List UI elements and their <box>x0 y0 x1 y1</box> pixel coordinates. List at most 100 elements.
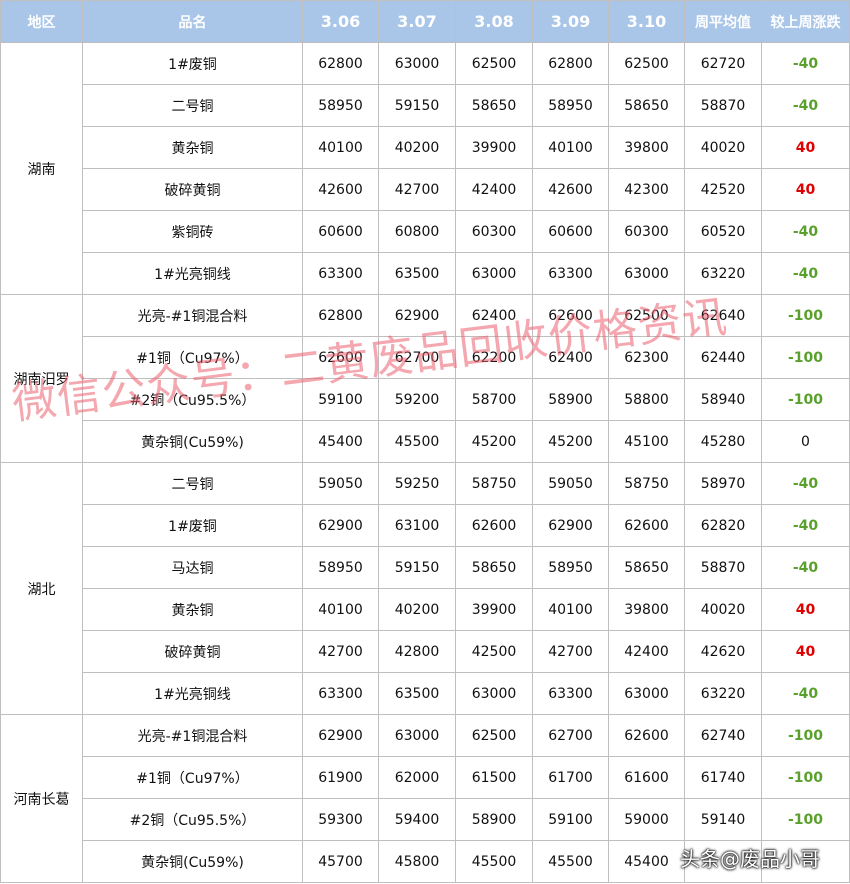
weekly-average: 63220 <box>684 252 762 295</box>
price-307: 59200 <box>378 378 456 421</box>
price-306: 63300 <box>302 252 379 295</box>
price-309: 63300 <box>532 672 609 715</box>
credit-text: 头条@废品小哥 <box>680 847 820 871</box>
weekly-average: 58870 <box>684 84 762 127</box>
product-name: 黄杂铜 <box>82 126 303 169</box>
table-row: 破碎黄铜 42600 42700 42400 42600 42300 42520 40 <box>1 168 850 211</box>
price-306: 63300 <box>302 672 379 715</box>
price-310: 63000 <box>608 672 685 715</box>
price-310: 58650 <box>608 84 685 127</box>
price-308: 45500 <box>455 840 533 883</box>
price-309: 63300 <box>532 252 609 295</box>
header-region: 地区 <box>0 0 83 43</box>
weekly-change: 0 <box>761 420 850 463</box>
price-310: 58750 <box>608 462 685 505</box>
price-308: 42400 <box>455 168 533 211</box>
product-name: 二号铜 <box>82 462 303 505</box>
price-309: 62700 <box>532 714 609 757</box>
weekly-change: -100 <box>761 294 850 337</box>
price-307: 62900 <box>378 294 456 337</box>
price-309: 62400 <box>532 336 609 379</box>
price-307: 40200 <box>378 126 456 169</box>
header-weekly-average: 周平均值 <box>684 0 762 43</box>
price-307: 63000 <box>378 42 456 85</box>
header-date-306: 3.06 <box>302 0 379 43</box>
weekly-average: 58970 <box>684 462 762 505</box>
price-306: 40100 <box>302 588 379 631</box>
product-name: 破碎黄铜 <box>82 630 303 673</box>
price-307: 42800 <box>378 630 456 673</box>
weekly-change: -40 <box>761 672 850 715</box>
price-307: 63000 <box>378 714 456 757</box>
table-row: 马达铜 58950 59150 58650 58950 58650 58870 -40 <box>1 546 850 589</box>
price-308: 62500 <box>455 714 533 757</box>
price-307: 63500 <box>378 672 456 715</box>
table-row: 1#废铜 62900 63100 62600 62900 62600 62820 -40 <box>1 504 850 547</box>
price-306: 59050 <box>302 462 379 505</box>
price-310: 62500 <box>608 294 685 337</box>
price-307: 45800 <box>378 840 456 883</box>
header-date-308: 3.08 <box>455 0 533 43</box>
price-308: 62200 <box>455 336 533 379</box>
price-306: 42600 <box>302 168 379 211</box>
price-310: 63000 <box>608 252 685 295</box>
price-309: 42600 <box>532 168 609 211</box>
table-row: 黄杂铜 40100 40200 39900 40100 39800 40020 40 <box>1 588 850 631</box>
price-310: 62600 <box>608 714 685 757</box>
price-306: 45400 <box>302 420 379 463</box>
product-name: 1#废铜 <box>82 504 303 547</box>
price-309: 62600 <box>532 294 609 337</box>
table-row: #2铜（Cu95.5%） 59300 59400 58900 59100 59000 591… <box>1 798 850 841</box>
weekly-average: 45280 <box>684 420 762 463</box>
price-307: 59150 <box>378 84 456 127</box>
weekly-average: 62820 <box>684 504 762 547</box>
table-body: 湖南 1#废铜 62800 63000 62500 62800 62500 62720 -40 二… <box>0 42 850 883</box>
price-306: 61900 <box>302 756 379 799</box>
price-306: 40100 <box>302 126 379 169</box>
price-310: 58800 <box>608 378 685 421</box>
price-306: 59100 <box>302 378 379 421</box>
price-309: 45200 <box>532 420 609 463</box>
weekly-average: 62640 <box>684 294 762 337</box>
table-row: 湖北 二号铜 59050 59250 58750 59050 58750 58970 -40 <box>0 462 850 715</box>
header-weekly-change: 较上周涨跌 <box>761 0 850 43</box>
price-309: 42700 <box>532 630 609 673</box>
table-row: 破碎黄铜 42700 42800 42500 42700 42400 42620 40 <box>1 630 850 673</box>
price-308: 63000 <box>455 672 533 715</box>
price-308: 62500 <box>455 42 533 85</box>
price-308: 39900 <box>455 588 533 631</box>
price-307: 63500 <box>378 252 456 295</box>
price-308: 60300 <box>455 210 533 253</box>
header-date-307: 3.07 <box>378 0 456 43</box>
product-name: 破碎黄铜 <box>82 168 303 211</box>
price-307: 62700 <box>378 336 456 379</box>
price-307: 40200 <box>378 588 456 631</box>
weekly-average: 59140 <box>684 798 762 841</box>
price-307: 63100 <box>378 504 456 547</box>
table-row: #2铜（Cu95.5%） 59100 59200 58700 58900 58800 589… <box>1 378 850 421</box>
price-310: 60300 <box>608 210 685 253</box>
product-name: 1#废铜 <box>82 42 303 85</box>
price-307: 60800 <box>378 210 456 253</box>
table-row: 二号铜 58950 59150 58650 58950 58650 58870 -40 <box>1 84 850 127</box>
weekly-change: 40 <box>761 168 850 211</box>
weekly-average: 58870 <box>684 546 762 589</box>
weekly-average: 62440 <box>684 336 762 379</box>
weekly-change: -40 <box>761 210 850 253</box>
price-306: 58950 <box>302 546 379 589</box>
weekly-change: -100 <box>761 756 850 799</box>
price-310: 42300 <box>608 168 685 211</box>
price-310: 62600 <box>608 504 685 547</box>
price-306: 62900 <box>302 504 379 547</box>
weekly-change: -40 <box>761 84 850 127</box>
price-310: 39800 <box>608 126 685 169</box>
header-product: 品名 <box>82 0 303 43</box>
price-308: 63000 <box>455 252 533 295</box>
price-306: 42700 <box>302 630 379 673</box>
price-310: 39800 <box>608 588 685 631</box>
weekly-change: -40 <box>761 546 850 589</box>
price-307: 59250 <box>378 462 456 505</box>
product-name: 紫铜砖 <box>82 210 303 253</box>
price-306: 45700 <box>302 840 379 883</box>
product-name: #2铜（Cu95.5%） <box>82 378 303 421</box>
